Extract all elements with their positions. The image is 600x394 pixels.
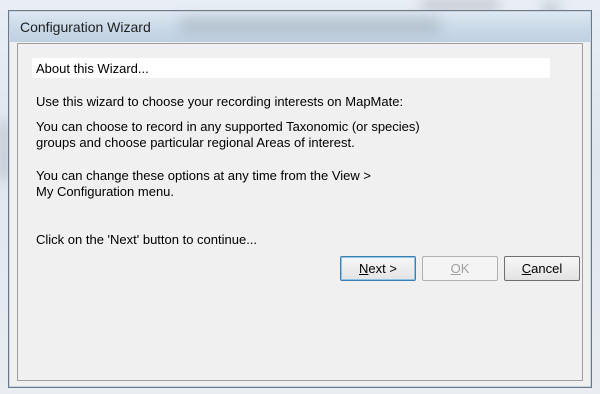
options-text-line1: You can change these options at any time… <box>36 168 371 183</box>
taxonomic-text-line1: You can choose to record in any supporte… <box>36 119 420 134</box>
next-button[interactable]: Next > <box>340 256 416 281</box>
wizard-heading: About this Wizard... <box>36 61 149 76</box>
heading-bar: About this Wizard... <box>32 58 550 78</box>
ok-button[interactable]: OK <box>422 256 498 281</box>
taxonomic-text-line2: groups and choose particular regional Ar… <box>36 135 355 150</box>
screen: Configuration Wizard About this Wizard..… <box>0 0 600 394</box>
intro-text: Use this wizard to choose your recording… <box>36 94 404 109</box>
background-blur <box>420 0 500 10</box>
dialog-client-area: About this Wizard... Use this wizard to … <box>17 43 583 381</box>
window-title: Configuration Wizard <box>20 19 151 35</box>
ok-label: K <box>460 260 470 276</box>
cancel-button[interactable]: Cancel <box>504 256 580 281</box>
next-accelerator: N <box>359 260 369 276</box>
options-text-line2: My Configuration menu. <box>36 184 175 199</box>
next-label: ext > <box>368 260 397 276</box>
background-blur <box>0 120 8 180</box>
title-bar-blur <box>180 18 440 32</box>
ok-accelerator: O <box>450 260 461 276</box>
title-bar[interactable]: Configuration Wizard <box>10 12 590 42</box>
continue-text: Click on the 'Next' button to continue..… <box>36 232 258 247</box>
configuration-wizard-dialog: Configuration Wizard About this Wizard..… <box>8 10 592 388</box>
cancel-label: ancel <box>531 260 563 276</box>
cancel-accelerator: C <box>521 260 532 276</box>
